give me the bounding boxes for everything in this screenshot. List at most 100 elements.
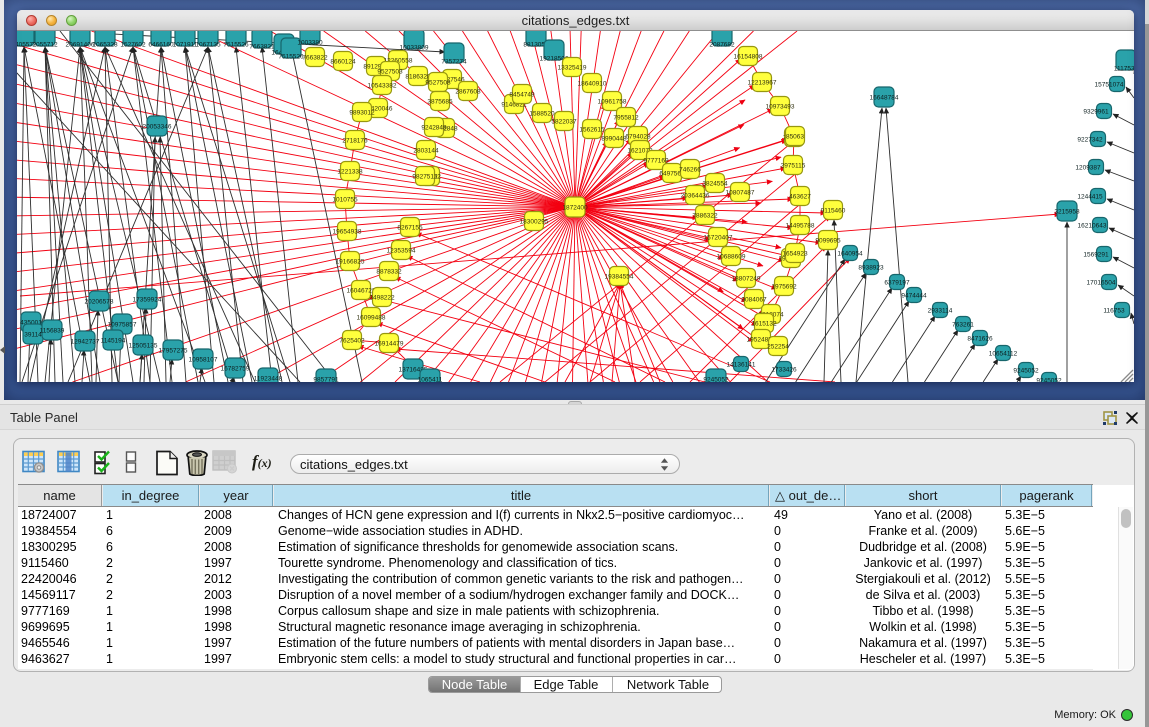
svg-text:6379197: 6379197 [884, 280, 910, 287]
svg-text:5822037: 5822037 [551, 119, 577, 126]
svg-text:20053346: 20053346 [143, 124, 172, 131]
svg-text:7625402: 7625402 [339, 338, 365, 345]
svg-text:14495788: 14495788 [786, 223, 815, 230]
svg-text:8454749: 8454749 [509, 92, 535, 99]
svg-text:9245052: 9245052 [703, 377, 729, 383]
svg-text:1654923: 1654923 [782, 251, 808, 258]
svg-text:16210643: 16210643 [1078, 223, 1107, 230]
svg-text:1145194: 1145194 [101, 338, 126, 345]
svg-text:1117532: 1117532 [1114, 66, 1134, 73]
svg-text:2055712: 2055712 [32, 42, 58, 49]
svg-text:17359924: 17359924 [133, 297, 162, 304]
svg-text:17957275: 17957275 [159, 348, 188, 355]
svg-text:10807487: 10807487 [726, 190, 755, 197]
svg-text:18300295: 18300295 [520, 219, 549, 226]
svg-text:2975115: 2975115 [781, 163, 806, 170]
svg-text:16046728: 16046728 [347, 288, 376, 295]
svg-text:1003380: 1003380 [297, 40, 323, 47]
svg-text:9245052: 9245052 [1036, 378, 1062, 383]
svg-text:20691406: 20691406 [66, 42, 95, 49]
svg-text:7955812: 7955812 [613, 115, 639, 122]
svg-text:10975857: 10975857 [108, 322, 137, 329]
svg-text:22420046: 22420046 [364, 106, 393, 113]
svg-text:10958107: 10958107 [189, 357, 218, 364]
svg-text:9857791: 9857791 [313, 377, 339, 383]
svg-text:9827512: 9827512 [412, 174, 438, 181]
svg-text:1975692: 1975692 [771, 284, 797, 291]
svg-text:8912954: 8912954 [363, 64, 389, 71]
svg-text:3498222: 3498222 [369, 295, 395, 302]
svg-text:8471626: 8471626 [967, 336, 993, 343]
svg-text:7357274: 7357274 [441, 59, 467, 66]
svg-text:1067135: 1067135 [195, 42, 221, 49]
svg-text:8990448: 8990448 [601, 136, 627, 143]
svg-text:2087682: 2087682 [709, 42, 735, 49]
svg-text:6794028: 6794028 [625, 134, 651, 141]
svg-text:763261: 763261 [952, 322, 974, 329]
svg-text:9245052: 9245052 [1013, 368, 1039, 375]
svg-text:19384554: 19384554 [605, 274, 634, 281]
svg-text:6466160: 6466160 [148, 42, 174, 49]
svg-text:1615132: 1615132 [751, 321, 777, 328]
svg-text:16648784: 16648784 [870, 95, 899, 102]
svg-text:2867608: 2867608 [455, 89, 481, 96]
svg-text:20206578: 20206578 [85, 299, 114, 306]
svg-text:1244415: 1244415 [1077, 194, 1103, 201]
svg-text:9146821: 9146821 [501, 102, 527, 109]
svg-text:19524851: 19524851 [747, 337, 776, 344]
svg-text:1812074: 1812074 [758, 312, 784, 319]
svg-text:3824554: 3824554 [702, 181, 728, 188]
svg-text:9329961: 9329961 [1083, 109, 1109, 116]
svg-text:3215958: 3215958 [1054, 209, 1080, 216]
svg-text:1405571: 1405571 [17, 42, 37, 49]
svg-text:1588520: 1588520 [529, 111, 555, 118]
svg-text:9242848: 9242848 [421, 125, 447, 132]
svg-text:1065328: 1065328 [92, 42, 118, 49]
svg-text:9474444: 9474444 [901, 293, 927, 300]
svg-text:11923448: 11923448 [254, 376, 283, 383]
svg-text:19218506: 19218506 [540, 56, 569, 63]
svg-text:1621072: 1621072 [627, 148, 653, 155]
svg-text:427552: 427552 [419, 174, 441, 181]
svg-text:9084067: 9084067 [741, 297, 767, 304]
svg-text:10654112: 10654112 [989, 351, 1018, 358]
svg-text:8878332: 8878332 [376, 269, 402, 276]
svg-text:10033809: 10033809 [400, 45, 429, 52]
svg-text:7663822: 7663822 [302, 55, 328, 62]
svg-text:9099695: 9099695 [815, 238, 841, 245]
svg-text:12942737: 12942737 [71, 339, 100, 346]
svg-text:15751074: 15751074 [1095, 82, 1124, 89]
svg-text:1640954: 1640954 [837, 251, 863, 258]
svg-text:10543382: 10543382 [368, 83, 397, 90]
svg-text:10688609: 10688609 [717, 254, 746, 261]
svg-text:8186328: 8186328 [405, 74, 431, 81]
svg-text:13325419: 13325419 [558, 65, 587, 72]
svg-text:15720407: 15720407 [704, 235, 733, 242]
svg-text:748500: 748500 [783, 135, 805, 142]
svg-text:19654938: 19654938 [333, 229, 362, 236]
svg-text:1527602: 1527602 [120, 42, 146, 49]
svg-text:463627: 463627 [789, 194, 811, 201]
svg-text:1733426: 1733426 [771, 367, 797, 374]
svg-text:6497568: 6497568 [659, 171, 685, 178]
svg-text:8938923: 8938923 [858, 265, 884, 272]
svg-text:85063: 85063 [786, 134, 804, 141]
svg-text:7886322: 7886322 [692, 213, 718, 220]
svg-text:116753: 116753 [1103, 308, 1125, 315]
svg-text:1010755: 1010755 [332, 197, 358, 204]
svg-text:16782759: 16782759 [221, 366, 250, 373]
svg-text:12213967: 12213967 [748, 80, 777, 87]
svg-text:19166825: 19166825 [336, 259, 365, 266]
svg-text:1965421: 1965421 [778, 256, 804, 263]
svg-text:1872400: 1872400 [562, 205, 588, 212]
svg-text:2933114: 2933114 [928, 308, 953, 315]
svg-text:435001: 435001 [20, 320, 42, 327]
svg-text:7515526: 7515526 [278, 54, 304, 61]
svg-text:1065411: 1065411 [418, 377, 443, 383]
svg-text:2718176: 2718176 [342, 138, 368, 145]
svg-text:9115460: 9115460 [821, 208, 846, 215]
svg-text:16154808: 16154808 [734, 54, 763, 61]
svg-text:1209387: 1209387 [1075, 165, 1101, 172]
svg-text:8267155: 8267155 [397, 225, 423, 232]
svg-text:39114: 39114 [24, 332, 42, 339]
